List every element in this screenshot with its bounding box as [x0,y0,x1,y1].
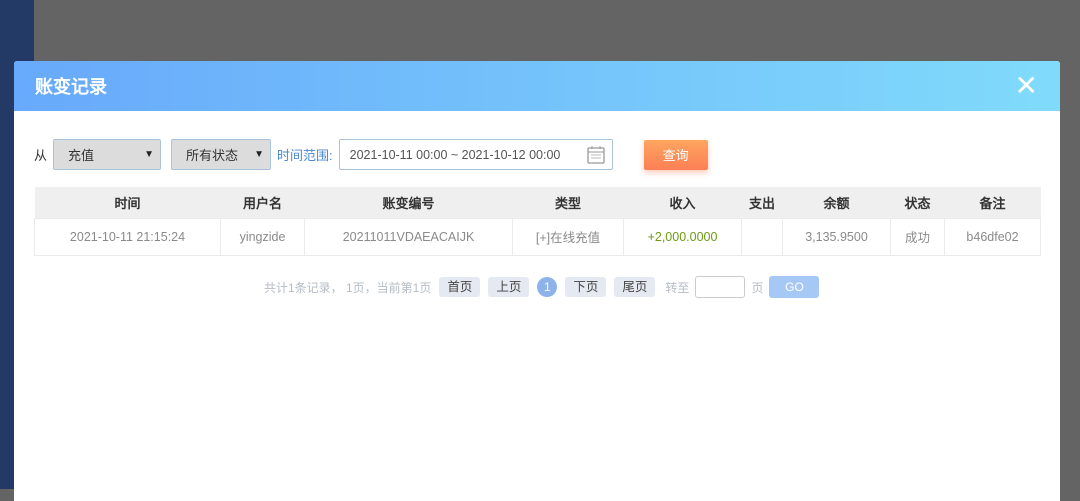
goto-label: 转至 [665,280,690,295]
pager-summary: 共计1条记录， 1页，当前第1页 [264,280,432,295]
cell-time: 2021-10-11 21:15:24 [34,217,221,256]
caret-down-icon: ▼ [254,149,265,160]
cell-type: [+]在线充值 [512,217,624,256]
account-change-modal: 账变记录 ✕ 从 充值 ▼ 所有状态 ▼ 时间范围: 2021-10-11 00:0… [14,61,1060,501]
cell-username: yingzide [220,217,305,256]
type-select-value: 充值 [68,148,95,163]
col-expense: 支出 [741,187,783,218]
date-range-value: 2021-10-11 00:00 ~ 2021-10-12 00:00 [349,147,561,162]
col-balance: 余额 [782,187,891,218]
date-range-input[interactable]: 2021-10-11 00:00 ~ 2021-10-12 00:00 [338,139,613,170]
page-number-input[interactable] [695,276,746,298]
current-page[interactable]: 1 [537,277,558,297]
modal-header: 账变记录 ✕ [14,61,1060,111]
cell-record-id: 20211011VDAEACAIJK [304,217,513,256]
cell-status: 成功 [890,217,945,256]
cell-balance: 3,135.9500 [782,217,891,256]
next-page-button[interactable]: 下页 [565,277,607,297]
modal-title: 账变记录 [35,77,107,97]
col-status: 状态 [890,187,945,218]
first-page-button[interactable]: 首页 [439,277,481,297]
pagination: 共计1条记录， 1页，当前第1页 首页 上页 1 下页 尾页 转至 页 GO [264,276,820,298]
col-time: 时间 [34,187,221,218]
filter-bar: 从 充值 ▼ 所有状态 ▼ 时间范围: 2021-10-11 00:00 ~ 202… [34,139,708,170]
from-label: 从 [34,148,48,163]
cell-note: b46dfe02 [944,217,1041,256]
status-select[interactable]: 所有状态 ▼ [171,139,272,170]
calendar-icon[interactable] [586,145,606,165]
col-type: 类型 [512,187,624,218]
last-page-button[interactable]: 尾页 [614,277,656,297]
col-income: 收入 [623,187,742,218]
col-note: 备注 [944,187,1041,218]
table-row: 2021-10-11 21:15:24 yingzide 20211011VDA… [34,217,1041,256]
prev-page-button[interactable]: 上页 [488,277,530,297]
type-select[interactable]: 充值 ▼ [53,139,162,170]
col-record-id: 账变编号 [304,187,513,218]
col-username: 用户名 [220,187,305,218]
table-header-row: 时间 用户名 账变编号 类型 收入 支出 余额 状态 备注 [34,187,1041,218]
go-button[interactable]: GO [769,276,820,298]
page-unit-label: 页 [751,280,764,295]
time-range-label: 时间范围: [277,148,333,163]
records-table: 时间 用户名 账变编号 类型 收入 支出 余额 状态 备注 2021-10-11… [34,187,1041,256]
status-select-value: 所有状态 [186,148,239,163]
cell-expense [741,217,783,256]
cell-income: +2,000.0000 [623,217,742,256]
caret-down-icon: ▼ [144,149,155,160]
close-icon[interactable]: ✕ [1015,72,1038,100]
query-button[interactable]: 查询 [643,139,708,170]
